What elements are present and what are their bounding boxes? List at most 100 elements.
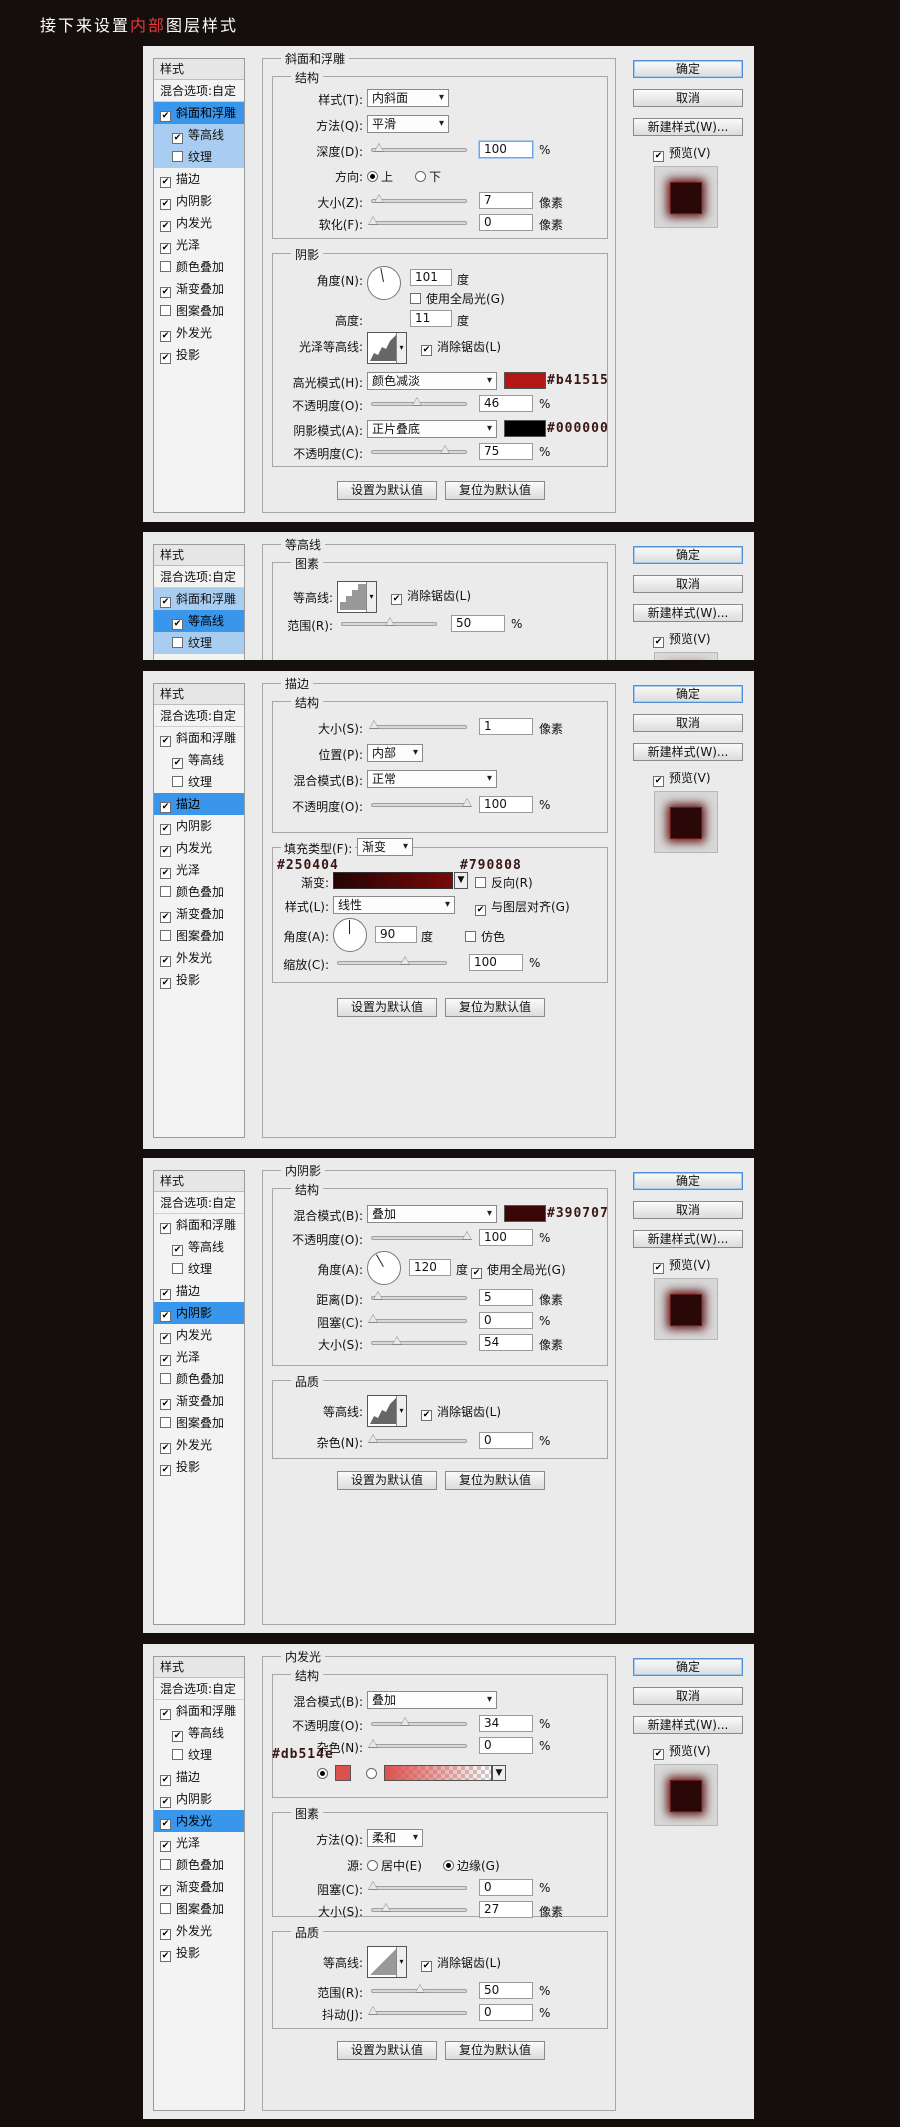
ok-button[interactable]: 确定 <box>633 1658 743 1676</box>
checkbox[interactable]: ✔ <box>160 1775 171 1786</box>
reset-default-button[interactable]: 复位为默认值 <box>445 998 545 1017</box>
checkbox[interactable] <box>475 877 486 888</box>
glow-gradient-bar[interactable] <box>384 1765 492 1781</box>
contour-picker[interactable]: ▾ <box>367 1946 407 1978</box>
slider-thumb[interactable] <box>415 1984 425 1993</box>
opacity-input[interactable]: 34 <box>479 1715 533 1732</box>
slider-thumb[interactable] <box>392 1336 402 1345</box>
radio[interactable] <box>415 171 426 182</box>
checkbox[interactable]: ✔ <box>421 1961 432 1972</box>
opacity-input[interactable]: 100 <box>479 796 533 813</box>
angle-input[interactable]: 120 <box>409 1259 451 1276</box>
sidebar-item-drop-shadow[interactable]: ✔ 投影 <box>154 969 244 991</box>
checkbox[interactable]: ✔ <box>160 353 171 364</box>
choke-slider[interactable] <box>368 1881 467 1890</box>
size-input[interactable]: 54 <box>479 1334 533 1351</box>
range-slider[interactable] <box>341 617 437 626</box>
solid-color-radio[interactable] <box>317 1767 331 1781</box>
checkbox[interactable]: ✔ <box>160 1355 171 1366</box>
gloss-contour-picker[interactable]: ▾ <box>367 332 407 364</box>
slider-thumb[interactable] <box>374 143 384 152</box>
angle-dial[interactable] <box>367 1251 401 1285</box>
method-select[interactable]: 平滑 <box>367 115 449 133</box>
reset-default-button[interactable]: 复位为默认值 <box>445 481 545 500</box>
sidebar-item-bevel[interactable]: ✔ 斜面和浮雕 <box>154 588 244 610</box>
checkbox[interactable]: ✔ <box>160 1289 171 1300</box>
checkbox[interactable]: ✔ <box>160 243 171 254</box>
reset-default-button[interactable]: 复位为默认值 <box>445 1471 545 1490</box>
checkbox[interactable]: ✔ <box>160 1819 171 1830</box>
checkbox[interactable]: ✔ <box>160 1951 171 1962</box>
checkbox[interactable]: ✔ <box>475 905 486 916</box>
sidebar-item-gradient-overlay[interactable]: ✔ 渐变叠加 <box>154 903 244 925</box>
range-input[interactable]: 50 <box>451 615 505 632</box>
checkbox[interactable]: ✔ <box>172 619 183 630</box>
sidebar-item-texture[interactable]: 纹理 <box>154 632 244 654</box>
checkbox[interactable]: ✔ <box>160 221 171 232</box>
reverse-checkbox[interactable]: 反向(R) <box>475 874 533 891</box>
new-style-button[interactable]: 新建样式(W)... <box>633 1716 743 1734</box>
highlight-mode-select[interactable]: 颜色减淡 <box>367 372 497 390</box>
slider-thumb[interactable] <box>385 617 395 626</box>
anti-alias[interactable]: ✔ 消除锯齿(L) <box>421 1954 501 1972</box>
reset-default-button[interactable]: 复位为默认值 <box>445 2041 545 2060</box>
checkbox[interactable]: ✔ <box>160 978 171 989</box>
dither-checkbox[interactable]: 仿色 <box>465 928 505 945</box>
checkbox[interactable]: ✔ <box>172 1245 183 1256</box>
shadow-opacity-slider[interactable] <box>371 445 467 454</box>
sidebar-item-stroke[interactable]: ✔ 描边 <box>154 793 244 815</box>
shadow-color-swatch[interactable] <box>504 1205 546 1222</box>
checkbox[interactable]: ✔ <box>160 1443 171 1454</box>
sidebar-item-gradient-overlay[interactable]: ✔ 渐变叠加 <box>154 278 244 300</box>
checkbox[interactable]: ✔ <box>172 133 183 144</box>
ok-button[interactable]: 确定 <box>633 60 743 78</box>
ok-button[interactable]: 确定 <box>633 685 743 703</box>
sidebar-item-contour[interactable]: ✔ 等高线 <box>154 124 244 146</box>
checkbox[interactable]: ✔ <box>471 1268 482 1279</box>
checkbox[interactable]: ✔ <box>160 331 171 342</box>
checkbox[interactable]: ✔ <box>160 1797 171 1808</box>
sidebar-item-pattern-overlay[interactable]: 图案叠加 <box>154 925 244 947</box>
new-style-button[interactable]: 新建样式(W)... <box>633 1230 743 1248</box>
sidebar-item-gradient-overlay[interactable]: ✔ 渐变叠加 <box>154 1876 244 1898</box>
checkbox[interactable]: ✔ <box>160 1333 171 1344</box>
sidebar-item-inner-glow[interactable]: ✔ 内发光 <box>154 1810 244 1832</box>
checkbox[interactable] <box>160 1417 171 1428</box>
highlight-color-swatch[interactable] <box>504 372 546 389</box>
choke-input[interactable]: 0 <box>479 1312 533 1329</box>
noise-input[interactable]: 0 <box>479 1432 533 1449</box>
checkbox[interactable]: ✔ <box>160 1709 171 1720</box>
slider-thumb[interactable] <box>368 1314 378 1323</box>
shadow-opacity-input[interactable]: 75 <box>479 443 533 460</box>
range-input[interactable]: 50 <box>479 1982 533 1999</box>
blend-mode-select[interactable]: 正常 <box>367 770 497 788</box>
sidebar-item-satin[interactable]: ✔ 光泽 <box>154 859 244 881</box>
checkbox[interactable] <box>172 776 183 787</box>
slider-thumb[interactable] <box>381 1903 391 1912</box>
distance-slider[interactable] <box>371 1291 467 1300</box>
gradient-radio[interactable] <box>366 1767 380 1781</box>
set-default-button[interactable]: 设置为默认值 <box>337 2041 437 2060</box>
style-select[interactable]: 内斜面 <box>367 89 449 107</box>
preview-toggle[interactable]: ✔ 预览(V) <box>653 1742 711 1760</box>
fill-type-select[interactable]: 渐变 <box>357 838 413 856</box>
checkbox[interactable]: ✔ <box>391 594 402 605</box>
new-style-button[interactable]: 新建样式(W)... <box>633 604 743 622</box>
cancel-button[interactable]: 取消 <box>633 1201 743 1219</box>
shadow-color-swatch[interactable] <box>504 420 546 437</box>
sidebar-item-inner-shadow[interactable]: ✔ 内阴影 <box>154 190 244 212</box>
size-slider[interactable] <box>371 1336 467 1345</box>
contour-picker[interactable]: ▾ <box>367 1395 407 1427</box>
checkbox[interactable]: ✔ <box>160 912 171 923</box>
checkbox[interactable]: ✔ <box>160 1841 171 1852</box>
sidebar-item-outer-glow[interactable]: ✔ 外发光 <box>154 322 244 344</box>
highlight-opacity-input[interactable]: 46 <box>479 395 533 412</box>
sidebar-item-contour[interactable]: ✔ 等高线 <box>154 1722 244 1744</box>
sidebar-item-drop-shadow[interactable]: ✔ 投影 <box>154 344 244 366</box>
checkbox[interactable]: ✔ <box>653 151 664 162</box>
checkbox[interactable]: ✔ <box>160 287 171 298</box>
noise-slider[interactable] <box>368 1434 467 1443</box>
slider-thumb[interactable] <box>368 2006 378 2015</box>
slider-thumb[interactable] <box>462 1231 472 1240</box>
checkbox[interactable]: ✔ <box>160 824 171 835</box>
